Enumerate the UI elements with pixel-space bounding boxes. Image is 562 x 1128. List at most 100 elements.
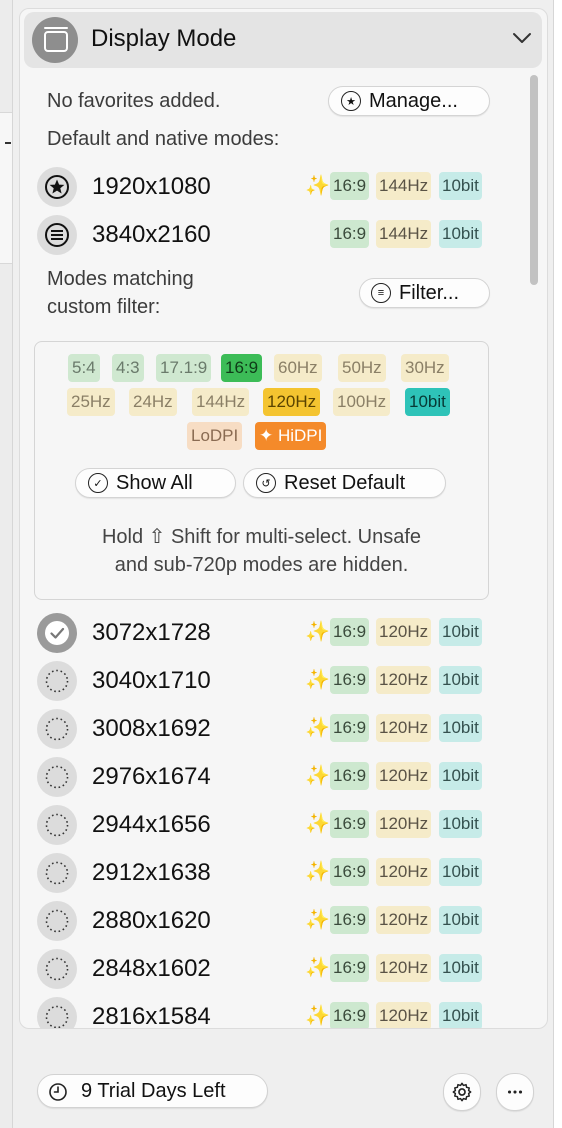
radio-button[interactable] bbox=[37, 853, 77, 893]
hidpi-sparkle-icon: ✨ bbox=[305, 669, 330, 691]
chip-5-4[interactable]: 5:4 bbox=[68, 354, 100, 382]
chip-lodpi[interactable]: LoDPI bbox=[187, 422, 243, 450]
show-all-label: Show All bbox=[116, 471, 193, 494]
display-mode-header[interactable]: Display Mode bbox=[24, 12, 542, 68]
radio-button[interactable] bbox=[37, 709, 77, 749]
star-icon bbox=[45, 175, 69, 199]
mode-row[interactable]: 3040x1710 ✨ 16:9 120Hz 10bit bbox=[20, 656, 547, 704]
mode-resolution: 2880x1620 bbox=[92, 907, 211, 934]
hidpi-sparkle-icon: ✨ bbox=[305, 765, 330, 787]
sparkle-icon: ✦ bbox=[259, 426, 278, 445]
reset-icon: ↺ bbox=[256, 473, 276, 493]
bitdepth-tag: 10bit bbox=[439, 810, 482, 838]
manage-favorites-button[interactable]: ★ Manage... bbox=[328, 86, 490, 116]
radio-button[interactable] bbox=[37, 997, 77, 1028]
chip-10bit[interactable]: 10bit bbox=[405, 388, 450, 416]
filter-button[interactable]: ≡ Filter... bbox=[359, 278, 490, 308]
display-icon bbox=[32, 17, 78, 63]
mode-row[interactable]: 2912x1638 ✨ 16:9 120Hz 10bit bbox=[20, 848, 547, 896]
settings-button[interactable] bbox=[443, 1073, 481, 1111]
filter-label: Filter... bbox=[399, 281, 460, 304]
chip-60hz[interactable]: 60Hz bbox=[274, 354, 322, 382]
chip-16-9[interactable]: 16:9 bbox=[221, 354, 263, 382]
mode-resolution: 2816x1584 bbox=[92, 1003, 211, 1029]
bitdepth-tag: 10bit bbox=[439, 954, 482, 982]
mode-lines-badge bbox=[37, 215, 77, 255]
chip-17-1-9[interactable]: 17.1:9 bbox=[156, 354, 212, 382]
checkmark-icon: ✓ bbox=[88, 473, 108, 493]
mode-resolution: 3008x1692 bbox=[92, 715, 211, 742]
chip-hidpi[interactable]: ✦ HiDPI bbox=[255, 422, 327, 450]
chevron-down-icon[interactable] bbox=[510, 26, 534, 50]
hidpi-sparkle-icon: ✨ bbox=[305, 621, 330, 643]
chip-120hz[interactable]: 120Hz bbox=[263, 388, 321, 416]
mode-row[interactable]: 3008x1692 ✨ 16:9 120Hz 10bit bbox=[20, 704, 547, 752]
custom-section-label-2: custom filter: bbox=[47, 296, 161, 318]
refresh-tag: 120Hz bbox=[376, 906, 432, 934]
refresh-tag: 120Hz bbox=[376, 666, 432, 694]
ellipsis-icon bbox=[507, 1090, 523, 1094]
aspect-tag: 16:9 bbox=[330, 762, 370, 790]
dotted-circle-icon bbox=[45, 765, 69, 789]
dotted-circle-icon bbox=[45, 1005, 69, 1028]
dotted-circle-icon bbox=[45, 813, 69, 837]
clock-icon bbox=[49, 1083, 67, 1101]
mode-resolution: 2912x1638 bbox=[92, 859, 211, 886]
display-mode-panel: Display Mode No favorites added. ★ Manag… bbox=[12, 0, 554, 1128]
hint-line-2: and sub-720p modes are hidden. bbox=[114, 554, 409, 576]
mode-row[interactable]: 2880x1620 ✨ 16:9 120Hz 10bit bbox=[20, 896, 547, 944]
hidpi-sparkle-icon: ✨ bbox=[305, 813, 330, 835]
mode-row[interactable]: 2976x1674 ✨ 16:9 120Hz 10bit bbox=[20, 752, 547, 800]
aspect-tag: 16:9 bbox=[330, 1002, 370, 1028]
chip-25hz[interactable]: 25Hz bbox=[67, 388, 115, 416]
chip-50hz[interactable]: 50Hz bbox=[338, 354, 386, 382]
filter-icon: ≡ bbox=[371, 283, 391, 303]
reset-default-button[interactable]: ↺ Reset Default bbox=[243, 468, 446, 498]
hidpi-sparkle-icon: ✨ bbox=[305, 717, 330, 739]
default-mode-row[interactable]: 1920x1080 ✨ 16:9 144Hz 10bit bbox=[20, 162, 547, 210]
mode-resolution: 3840x2160 bbox=[92, 221, 211, 248]
checkmark-icon bbox=[45, 621, 69, 645]
aspect-tag: 16:9 bbox=[330, 172, 370, 200]
mode-row[interactable]: 2944x1656 ✨ 16:9 120Hz 10bit bbox=[20, 800, 547, 848]
trial-days-button[interactable]: 9 Trial Days Left bbox=[37, 1074, 268, 1108]
hidpi-sparkle-icon: ✨ bbox=[305, 175, 330, 197]
radio-button[interactable] bbox=[37, 805, 77, 845]
hidpi-sparkle-icon: ✨ bbox=[305, 1005, 330, 1027]
selected-radio[interactable] bbox=[37, 613, 77, 653]
dotted-circle-icon bbox=[45, 669, 69, 693]
dotted-circle-icon bbox=[45, 957, 69, 981]
chip-24hz[interactable]: 24Hz bbox=[129, 388, 177, 416]
mode-resolution: 2848x1602 bbox=[92, 955, 211, 982]
mode-row[interactable]: 3072x1728 ✨ 16:9 120Hz 10bit bbox=[20, 608, 547, 656]
bitdepth-tag: 10bit bbox=[439, 220, 482, 248]
mode-resolution: 1920x1080 bbox=[92, 173, 211, 200]
chip-100hz[interactable]: 100Hz bbox=[333, 388, 391, 416]
mode-row[interactable]: 2816x1584 ✨ 16:9 120Hz 10bit bbox=[20, 992, 547, 1029]
aspect-tag: 16:9 bbox=[330, 906, 370, 934]
more-button[interactable] bbox=[496, 1073, 534, 1111]
bitdepth-tag: 10bit bbox=[439, 1002, 482, 1028]
mode-row[interactable]: 2848x1602 ✨ 16:9 120Hz 10bit bbox=[20, 944, 547, 992]
mode-resolution: 3072x1728 bbox=[92, 619, 211, 646]
radio-button[interactable] bbox=[37, 661, 77, 701]
default-mode-row[interactable]: 3840x2160 16:9 144Hz 10bit bbox=[20, 210, 547, 258]
bitdepth-tag: 10bit bbox=[439, 666, 482, 694]
aspect-tag: 16:9 bbox=[330, 714, 370, 742]
radio-button[interactable] bbox=[37, 757, 77, 797]
chip-hidpi-label: HiDPI bbox=[277, 426, 323, 445]
scrollbar[interactable] bbox=[530, 75, 538, 285]
radio-button[interactable] bbox=[37, 901, 77, 941]
chip-144hz[interactable]: 144Hz bbox=[192, 388, 250, 416]
show-all-button[interactable]: ✓ Show All bbox=[75, 468, 236, 498]
header-title: Display Mode bbox=[91, 25, 237, 52]
aspect-tag: 16:9 bbox=[330, 618, 370, 646]
radio-button[interactable] bbox=[37, 949, 77, 989]
aspect-tag: 16:9 bbox=[330, 220, 370, 248]
chip-4-3[interactable]: 4:3 bbox=[112, 354, 144, 382]
bitdepth-tag: 10bit bbox=[439, 714, 482, 742]
bitdepth-tag: 10bit bbox=[439, 618, 482, 646]
refresh-tag: 120Hz bbox=[376, 810, 432, 838]
chip-30hz[interactable]: 30Hz bbox=[401, 354, 449, 382]
default-section-label: Default and native modes: bbox=[47, 128, 280, 150]
